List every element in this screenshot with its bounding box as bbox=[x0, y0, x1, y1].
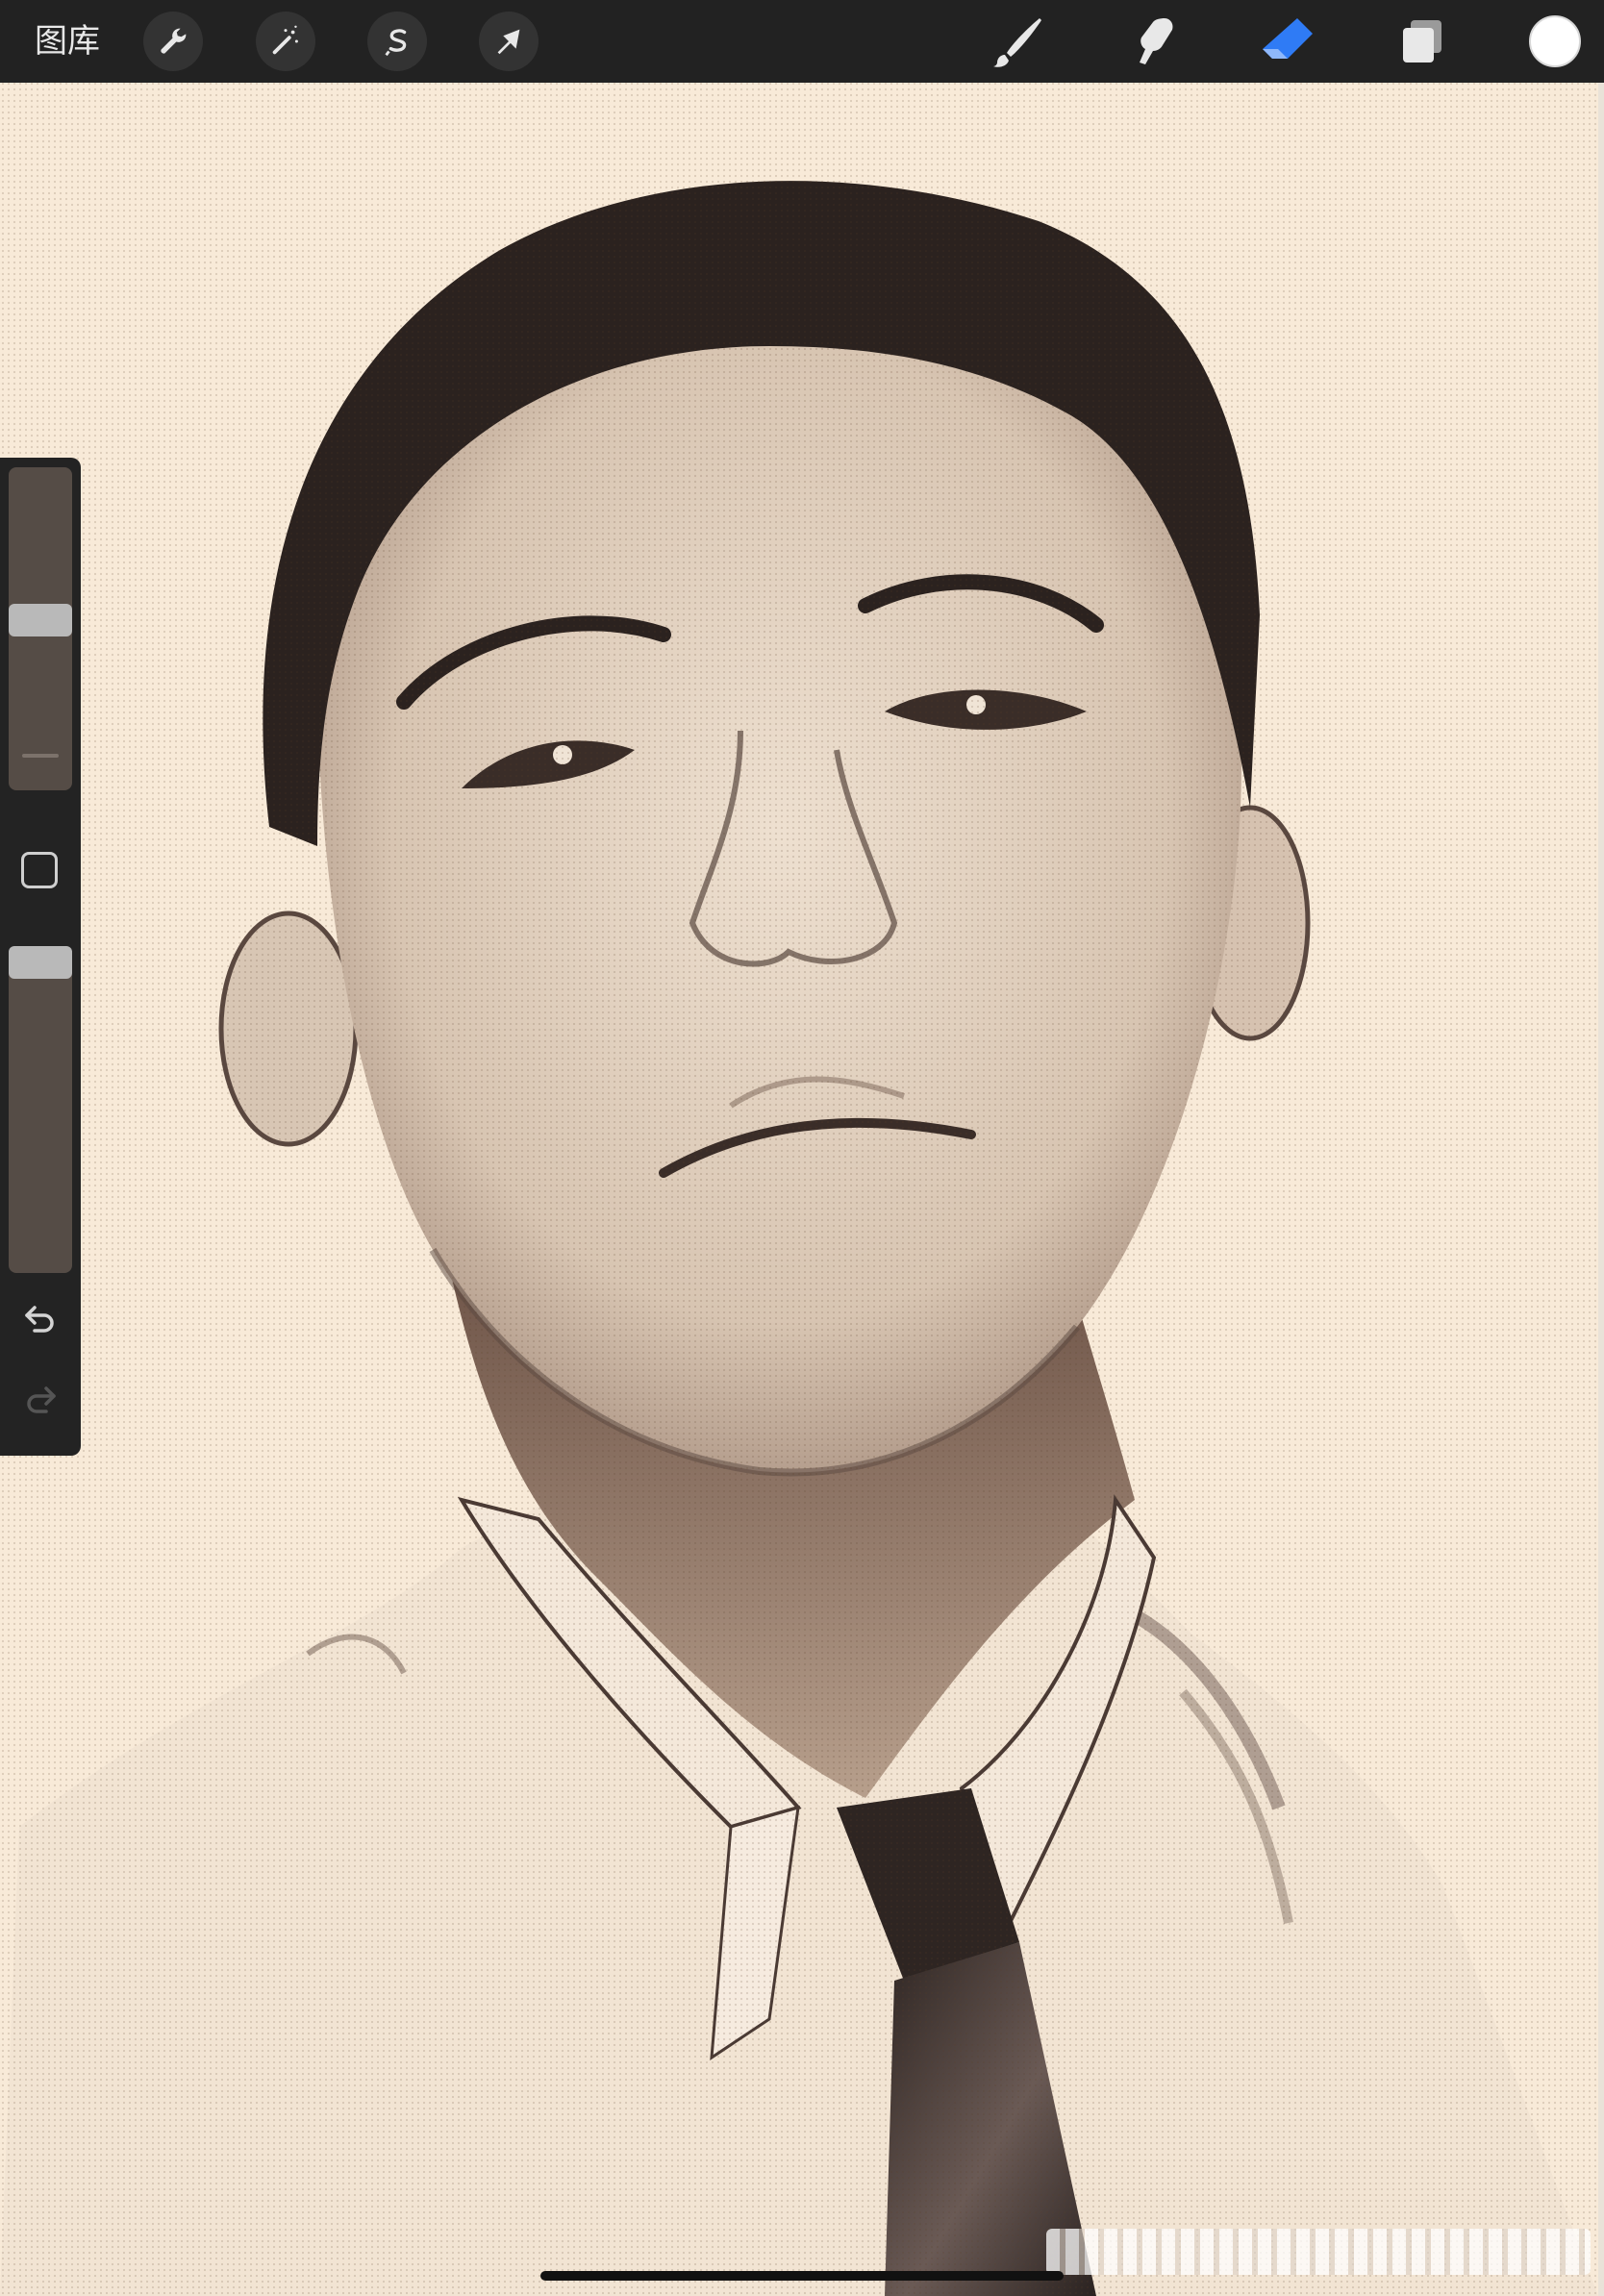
undo-button[interactable] bbox=[19, 1296, 62, 1338]
redo-button[interactable] bbox=[19, 1377, 62, 1419]
layers-icon bbox=[1403, 20, 1441, 62]
eraser-button[interactable] bbox=[1254, 8, 1321, 75]
selection-s-icon bbox=[385, 29, 407, 57]
opacity-thumb[interactable] bbox=[9, 946, 72, 979]
paint-button[interactable] bbox=[985, 8, 1052, 75]
opacity-slider[interactable] bbox=[9, 946, 72, 1273]
drawing-canvas[interactable] bbox=[0, 83, 1598, 2296]
transform-button[interactable] bbox=[479, 12, 539, 71]
smudge-button[interactable] bbox=[1119, 8, 1187, 75]
brush-size-slider[interactable] bbox=[9, 467, 72, 790]
redo-arrow-icon bbox=[27, 1386, 56, 1413]
color-swatch[interactable] bbox=[1529, 15, 1581, 67]
gallery-button[interactable]: 图库 bbox=[35, 17, 100, 65]
watermark bbox=[1046, 2229, 1591, 2275]
brush-size-thumb[interactable] bbox=[9, 604, 72, 636]
smudge-finger-icon bbox=[1140, 18, 1173, 64]
top-toolbar: 图库 bbox=[0, 0, 1604, 83]
selection-button[interactable] bbox=[367, 12, 427, 71]
actions-button[interactable] bbox=[143, 12, 203, 71]
magic-wand-icon bbox=[272, 25, 298, 55]
layers-button[interactable] bbox=[1389, 8, 1456, 75]
side-toolbar bbox=[0, 458, 81, 1456]
brush-size-tick bbox=[22, 754, 59, 758]
modify-button[interactable] bbox=[21, 852, 58, 888]
home-indicator[interactable] bbox=[540, 2271, 1064, 2281]
undo-arrow-icon bbox=[25, 1306, 54, 1333]
canvas-edge bbox=[1598, 83, 1604, 2296]
eraser-icon bbox=[1263, 18, 1313, 59]
adjustments-button[interactable] bbox=[256, 12, 315, 71]
wrench-icon bbox=[161, 28, 187, 54]
portrait-artwork bbox=[0, 83, 1598, 2296]
arrow-cursor-icon bbox=[497, 29, 520, 55]
brush-icon bbox=[993, 18, 1041, 67]
